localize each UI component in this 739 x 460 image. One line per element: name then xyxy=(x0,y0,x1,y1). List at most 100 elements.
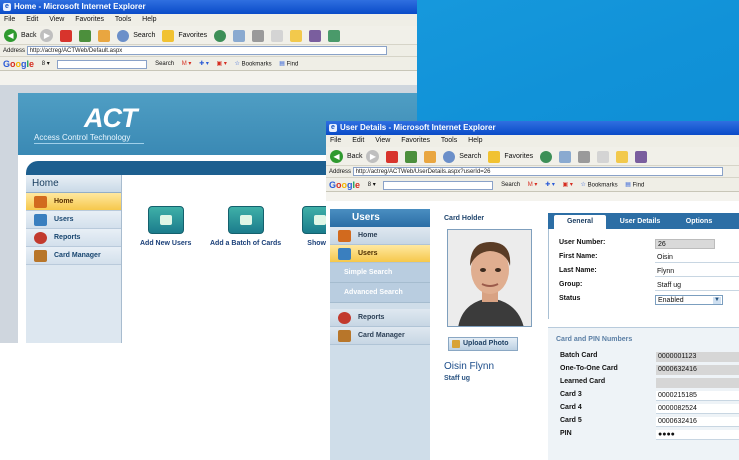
sidebar-link-advanced-search[interactable]: Advanced Search xyxy=(330,283,430,303)
one-to-one-card-input: 0000632416 xyxy=(656,365,739,375)
upload-photo-button[interactable]: Upload Photo xyxy=(448,337,518,351)
card-4-input[interactable]: 0000082524 xyxy=(656,404,739,414)
google-search-button[interactable]: Search xyxy=(501,182,520,188)
back-button[interactable]: Back xyxy=(21,32,37,39)
menu-help[interactable]: Help xyxy=(142,16,156,23)
title-bar[interactable]: e User Details - Microsoft Internet Expl… xyxy=(326,121,739,135)
menu-file[interactable]: File xyxy=(330,137,341,144)
tab-options[interactable]: Options xyxy=(674,215,724,229)
address-input[interactable]: http://actreg/ACTWeb/UserDetails.aspx?us… xyxy=(352,166,723,176)
group-input[interactable]: Staff ug xyxy=(655,281,739,291)
pagerank-icon[interactable]: ▣ ▾ xyxy=(217,61,227,67)
history-icon[interactable] xyxy=(214,29,227,42)
mail-icon[interactable] xyxy=(559,150,572,163)
last-name-input[interactable]: Flynn xyxy=(655,267,739,277)
folder-icon[interactable] xyxy=(615,150,628,163)
google-search-button[interactable]: Search xyxy=(155,61,174,67)
menu-tools[interactable]: Tools xyxy=(441,137,457,144)
pin-input[interactable]: ●●●● xyxy=(656,430,739,440)
favorites-button[interactable]: Favorites xyxy=(178,32,207,39)
refresh-icon[interactable] xyxy=(79,29,92,42)
menu-favorites[interactable]: Favorites xyxy=(75,16,104,23)
mail-icon[interactable] xyxy=(233,29,246,42)
pagerank-icon[interactable]: ▣ ▾ xyxy=(563,182,573,188)
print-icon[interactable] xyxy=(251,29,264,42)
ie-icon: e xyxy=(329,124,337,132)
stop-icon[interactable] xyxy=(386,150,399,163)
search-button[interactable]: Search xyxy=(459,153,481,160)
upload-icon xyxy=(452,340,460,348)
back-arrow-icon[interactable]: ◀ xyxy=(330,150,343,163)
tab-general[interactable]: General xyxy=(554,215,606,229)
home-icon[interactable] xyxy=(98,29,111,42)
act-logo-subtitle: Access Control Technology xyxy=(34,133,131,142)
tile-add-batch-of-cards[interactable]: Add a Batch of Cards xyxy=(210,206,281,247)
google-search-input[interactable] xyxy=(383,180,494,190)
sidebar-item-label: Home xyxy=(54,198,74,205)
card-holder-heading: Card Holder xyxy=(444,215,485,222)
card-3-input[interactable]: 0000215185 xyxy=(656,391,739,401)
home-icon[interactable] xyxy=(424,150,437,163)
back-button[interactable]: Back xyxy=(347,153,363,160)
forward-arrow-icon[interactable]: ▶ xyxy=(40,29,54,42)
google-bookmarks-button[interactable]: Bookmarks xyxy=(588,183,618,189)
favorites-star-icon[interactable] xyxy=(488,150,501,163)
search-icon[interactable] xyxy=(443,150,456,163)
messenger-icon[interactable] xyxy=(308,29,321,42)
favorites-button[interactable]: Favorites xyxy=(504,153,533,160)
google-logo: Google xyxy=(329,180,361,190)
menu-edit[interactable]: Edit xyxy=(26,16,38,23)
search-icon[interactable] xyxy=(117,29,130,42)
favorites-star-icon[interactable] xyxy=(162,29,175,42)
gmail-icon[interactable]: M ▾ xyxy=(528,182,538,188)
back-arrow-icon[interactable]: ◀ xyxy=(4,29,17,42)
card-row-pin: PIN ●●●● xyxy=(560,430,739,440)
edit-icon[interactable] xyxy=(270,29,283,42)
menu-view[interactable]: View xyxy=(49,16,64,23)
portrait-image xyxy=(448,230,531,326)
google-g-icon[interactable]: 8 ▾ xyxy=(42,61,50,67)
card-5-input[interactable]: 0000632416 xyxy=(656,417,739,427)
google-bookmarks-button[interactable]: Bookmarks xyxy=(242,62,272,68)
menu-favorites[interactable]: Favorites xyxy=(401,137,430,144)
sidebar-item-card-manager[interactable]: Card Manager xyxy=(330,327,430,345)
share-icon[interactable]: ✚ ▾ xyxy=(199,61,209,67)
sidebar-item-card-manager[interactable]: Card Manager xyxy=(26,247,121,265)
folder-icon[interactable] xyxy=(289,29,302,42)
first-name-input[interactable]: Oisin xyxy=(655,253,739,263)
title-bar[interactable]: e Home - Microsoft Internet Explorer xyxy=(0,0,417,14)
sidebar-item-users[interactable]: Users xyxy=(26,211,121,229)
tile-add-new-users[interactable]: Add New Users xyxy=(140,206,191,247)
messenger-icon[interactable] xyxy=(634,150,647,163)
refresh-icon[interactable] xyxy=(405,150,418,163)
sidebar-item-users[interactable]: Users xyxy=(330,245,430,263)
google-search-input[interactable] xyxy=(57,59,148,69)
search-button[interactable]: Search xyxy=(133,32,155,39)
forward-arrow-icon[interactable]: ▶ xyxy=(366,150,380,163)
address-input[interactable]: http://actreg/ACTWeb/Default.aspx xyxy=(26,45,387,55)
share-icon[interactable]: ✚ ▾ xyxy=(545,182,555,188)
stop-icon[interactable] xyxy=(60,29,73,42)
card-holder-name: Oisin Flynn xyxy=(444,361,495,372)
sidebar-item-reports[interactable]: Reports xyxy=(26,229,121,247)
add-users-icon xyxy=(147,206,184,234)
google-find-button[interactable]: Find xyxy=(633,183,645,189)
sidebar-link-simple-search[interactable]: Simple Search xyxy=(330,263,430,283)
print-icon[interactable] xyxy=(577,150,590,163)
status-select[interactable]: Enabled ▼ xyxy=(655,295,723,305)
menu-view[interactable]: View xyxy=(375,137,390,144)
tab-user-details[interactable]: User Details xyxy=(610,215,670,229)
history-icon[interactable] xyxy=(540,150,553,163)
gmail-icon[interactable]: M ▾ xyxy=(182,61,192,67)
google-g-icon[interactable]: 8 ▾ xyxy=(368,182,376,188)
edit-icon[interactable] xyxy=(596,150,609,163)
menu-help[interactable]: Help xyxy=(468,137,482,144)
research-icon[interactable] xyxy=(327,29,340,42)
menu-file[interactable]: File xyxy=(4,16,15,23)
menu-tools[interactable]: Tools xyxy=(115,16,131,23)
menu-edit[interactable]: Edit xyxy=(352,137,364,144)
sidebar-item-home[interactable]: Home xyxy=(330,227,430,245)
sidebar-item-home[interactable]: Home xyxy=(26,193,121,211)
google-find-button[interactable]: Find xyxy=(287,62,299,68)
sidebar-item-reports[interactable]: Reports xyxy=(330,309,430,327)
